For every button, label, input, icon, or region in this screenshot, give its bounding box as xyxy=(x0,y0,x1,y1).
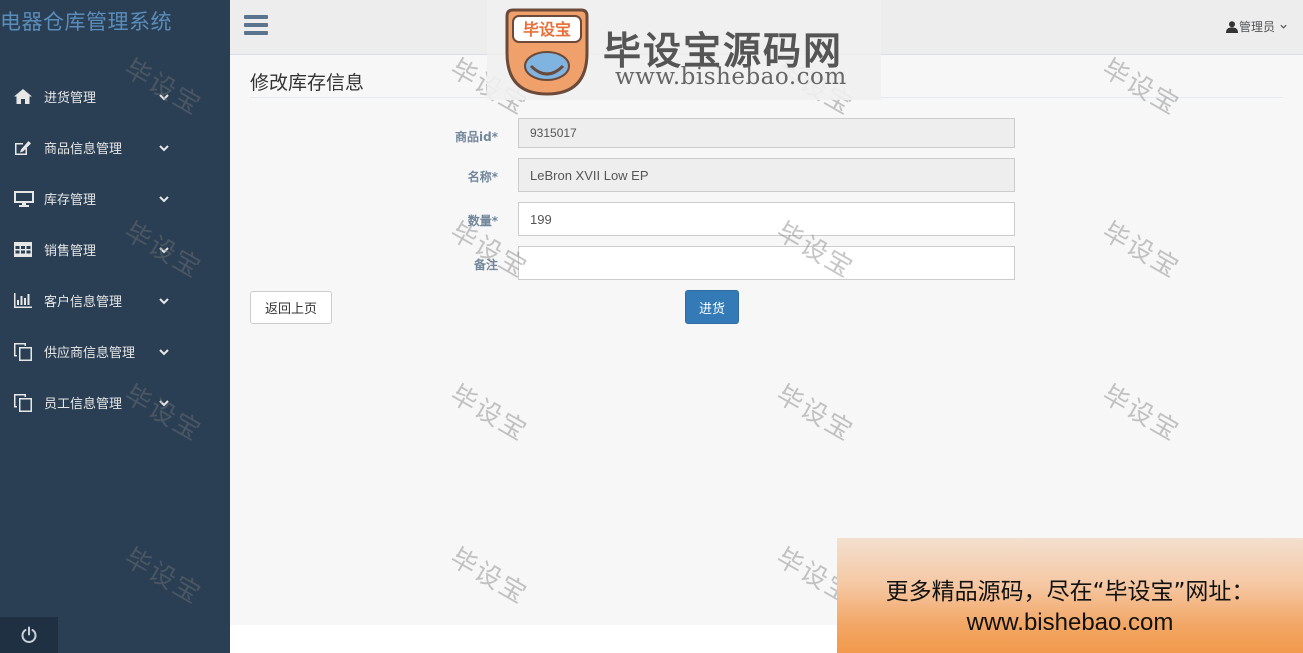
submit-button[interactable]: 进货 xyxy=(685,290,739,324)
logout-button[interactable] xyxy=(0,617,58,653)
quantity-field[interactable] xyxy=(518,202,1015,236)
ad-banner-text: 更多精品源码，尽在“毕设宝”网址： xyxy=(885,579,1255,605)
watermark-logo-banner: 毕设宝 毕设宝源码网 www.bishebao.com xyxy=(487,0,881,100)
sidebar-item-label: 商品信息管理 xyxy=(44,142,123,157)
name-field[interactable] xyxy=(518,158,1015,192)
hamburger-icon[interactable] xyxy=(244,15,268,37)
ad-banner: 更多精品源码，尽在“毕设宝”网址： www.bishebao.com xyxy=(837,538,1303,653)
ad-banner-url: www.bishebao.com xyxy=(966,609,1174,636)
product-id-field[interactable] xyxy=(518,118,1015,148)
sidebar-item-supplier-info[interactable]: 供应商信息管理 xyxy=(0,326,230,377)
power-icon xyxy=(21,626,37,643)
chevron-down-icon xyxy=(159,348,169,355)
chevron-down-icon xyxy=(159,93,169,100)
sidebar-item-label: 员工信息管理 xyxy=(44,397,123,412)
quantity-label: 数量* xyxy=(467,214,498,228)
chevron-down-icon xyxy=(159,399,169,406)
sidebar-item-product-info[interactable]: 商品信息管理 xyxy=(0,122,230,173)
watermark-logo-url: www.bishebao.com xyxy=(615,64,847,90)
page-title: 修改库存信息 xyxy=(250,72,365,94)
home-icon xyxy=(14,88,36,106)
logo-badge: 毕设宝 xyxy=(505,8,589,96)
sidebar-item-employee-info[interactable]: 员工信息管理 xyxy=(0,377,230,428)
table-icon xyxy=(14,241,36,259)
remark-label: 备注 xyxy=(473,258,498,272)
sidebar-item-label: 进货管理 xyxy=(44,91,97,106)
sidebar-nav: 进货管理 商品信息管理 库存管理 销售管理 客户信息管理 供应商信息管理 员工信… xyxy=(0,71,230,428)
name-label: 名称* xyxy=(467,170,498,184)
back-button[interactable]: 返回上页 xyxy=(250,291,332,324)
monitor-icon xyxy=(14,190,36,208)
sidebar: 电器仓库管理系统 进货管理 商品信息管理 库存管理 销售管理 客户信息管理 供应… xyxy=(0,0,230,653)
chevron-down-icon xyxy=(159,195,169,202)
sidebar-item-label: 库存管理 xyxy=(44,193,97,208)
logo-badge-text: 毕设宝 xyxy=(523,20,571,39)
sidebar-item-sales[interactable]: 销售管理 xyxy=(0,224,230,275)
user-icon xyxy=(1225,20,1238,33)
product-id-label: 商品id* xyxy=(455,130,498,144)
user-menu[interactable]: 管理员 xyxy=(1225,18,1288,35)
chevron-down-icon xyxy=(159,246,169,253)
sidebar-item-inventory[interactable]: 库存管理 xyxy=(0,173,230,224)
sidebar-item-customer-info[interactable]: 客户信息管理 xyxy=(0,275,230,326)
copy-icon xyxy=(14,342,36,361)
user-name: 管理员 xyxy=(1238,20,1275,34)
chevron-down-icon xyxy=(1280,24,1287,29)
sidebar-item-label: 客户信息管理 xyxy=(44,295,123,310)
bar-chart-icon xyxy=(14,292,36,310)
chevron-down-icon xyxy=(159,297,169,304)
chevron-down-icon xyxy=(159,144,169,151)
sidebar-item-purchase[interactable]: 进货管理 xyxy=(0,71,230,122)
remark-field[interactable] xyxy=(518,246,1015,280)
sidebar-item-label: 供应商信息管理 xyxy=(44,346,136,361)
sidebar-item-label: 销售管理 xyxy=(44,244,97,259)
app-title[interactable]: 电器仓库管理系统 xyxy=(0,6,172,36)
copy-icon xyxy=(14,393,36,412)
edit-icon xyxy=(14,139,36,157)
